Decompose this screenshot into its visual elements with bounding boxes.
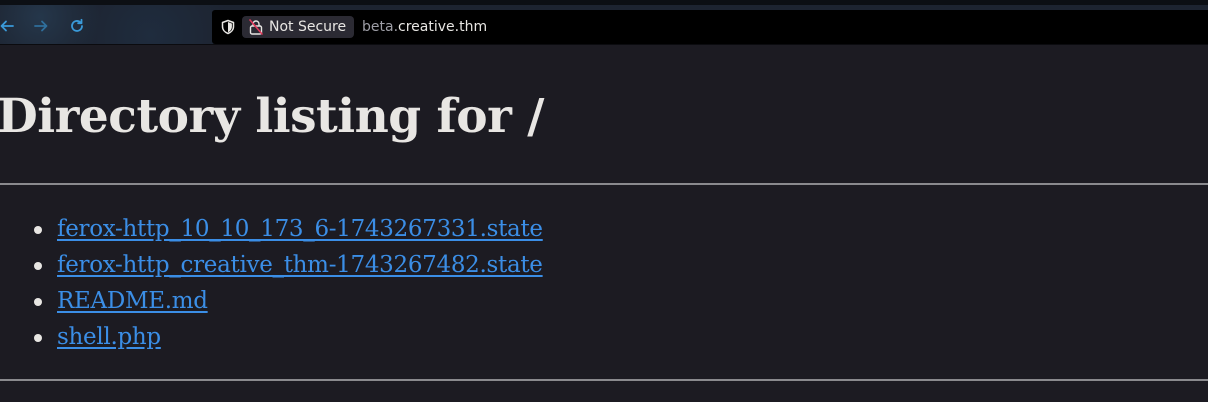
page-content: Directory listing for / ferox-http_10_10…	[0, 45, 1208, 402]
insecure-lock-icon	[249, 19, 263, 35]
list-item: ferox-http_10_10_173_6-1743267331.state	[0, 211, 543, 247]
file-link-readme[interactable]: README.md	[57, 288, 208, 314]
file-link-ferox-creative-state[interactable]: ferox-http_creative_thm-1743267482.state	[57, 252, 543, 278]
address-bar[interactable]: Not Secure beta.creative.thm	[212, 10, 1208, 44]
bullet	[34, 298, 42, 306]
list-item: shell.php	[0, 319, 543, 355]
file-link-shell-php[interactable]: shell.php	[57, 324, 161, 350]
bullet	[34, 334, 42, 342]
arrow-right-icon	[34, 20, 48, 32]
file-link-ferox-ip-state[interactable]: ferox-http_10_10_173_6-1743267331.state	[57, 216, 543, 242]
list-item: README.md	[0, 283, 543, 319]
back-button[interactable]	[0, 15, 18, 37]
list-item: ferox-http_creative_thm-1743267482.state	[0, 247, 543, 283]
divider-bottom	[0, 379, 1208, 381]
arrow-left-icon	[0, 20, 14, 32]
shield-icon[interactable]	[220, 19, 236, 35]
bullet	[34, 262, 42, 270]
security-label: Not Secure	[269, 19, 347, 35]
reload-icon	[71, 18, 83, 32]
browser-toolbar: Not Secure beta.creative.thm	[0, 0, 1208, 45]
url-subdomain: beta.	[362, 19, 399, 35]
reload-button[interactable]	[66, 15, 88, 37]
file-list: ferox-http_10_10_173_6-1743267331.state …	[0, 211, 543, 355]
divider-top	[0, 183, 1208, 185]
url-host: creative.thm	[398, 19, 488, 35]
forward-button[interactable]	[30, 15, 52, 37]
page-title: Directory listing for /	[0, 89, 544, 144]
site-security-indicator[interactable]: Not Secure	[242, 16, 354, 38]
url-text[interactable]: beta.creative.thm	[362, 18, 487, 36]
bullet	[34, 226, 42, 234]
